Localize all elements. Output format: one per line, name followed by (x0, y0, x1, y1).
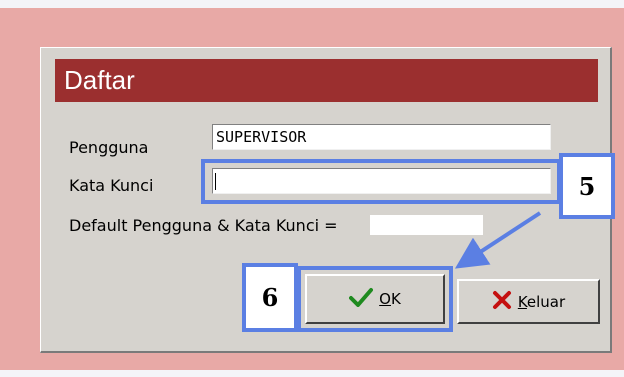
step-5-callout: 5 (559, 153, 615, 219)
step-6-callout: 6 (242, 263, 298, 332)
arrow-to-ok (454, 211, 542, 269)
